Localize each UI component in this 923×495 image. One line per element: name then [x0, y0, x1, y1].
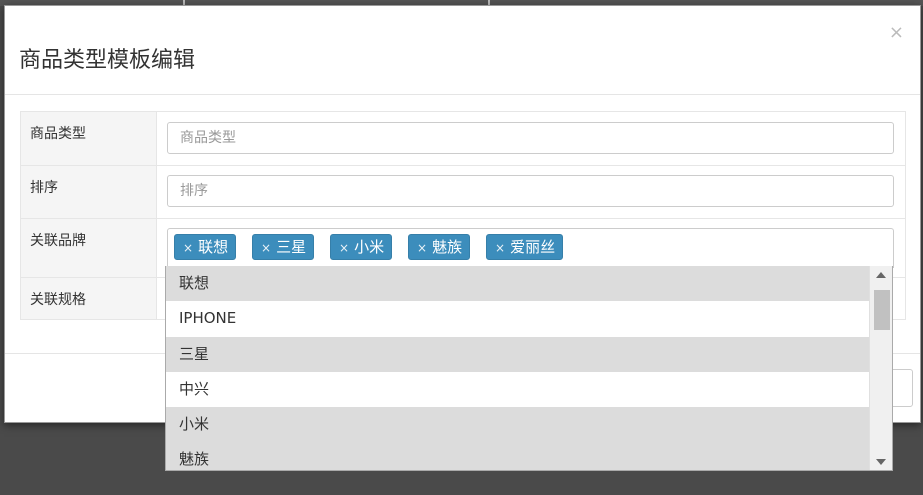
brand-tag: × 三星 [252, 234, 315, 260]
brand-tag: × 魅族 [408, 234, 471, 260]
sort-input[interactable]: 排序 [167, 175, 894, 207]
scroll-up-icon[interactable] [876, 272, 886, 278]
brand-label: 关联品牌 [21, 219, 157, 277]
form-row-sort: 排序 排序 [21, 166, 905, 219]
spec-label: 关联规格 [21, 278, 157, 319]
sort-label: 排序 [21, 166, 157, 218]
brand-option[interactable]: 联想 [166, 266, 869, 302]
brand-multiselect[interactable]: × 联想 × 三星 × 小米 × 魅族 × 爱丽丝 [167, 228, 894, 268]
brand-option[interactable]: 小米 [166, 407, 869, 443]
brand-tag-label: 三星 [276, 238, 307, 256]
dropdown-scrollbar[interactable] [869, 266, 892, 470]
brand-tag: × 爱丽丝 [486, 234, 564, 260]
brand-option[interactable]: 中兴 [166, 372, 869, 407]
remove-tag-icon[interactable]: × [339, 241, 349, 255]
remove-tag-icon[interactable]: × [417, 241, 427, 255]
brand-tag-label: 爱丽丝 [510, 238, 556, 256]
brand-dropdown: 联想 IPHONE 三星 中兴 小米 魅族 [165, 266, 893, 471]
scroll-down-icon[interactable] [876, 459, 886, 465]
scrollbar-thumb[interactable] [874, 290, 890, 330]
form-row-type: 商品类型 商品类型 [21, 112, 905, 166]
brand-tag-label: 联想 [198, 238, 229, 256]
remove-tag-icon[interactable]: × [261, 241, 271, 255]
brand-option[interactable]: 魅族 [166, 442, 869, 470]
modal-header: 商品类型模板编辑 × [5, 6, 920, 95]
brand-tag-label: 魅族 [432, 238, 463, 256]
modal-title: 商品类型模板编辑 [19, 48, 196, 73]
remove-tag-icon[interactable]: × [495, 241, 505, 255]
close-icon[interactable]: × [889, 22, 904, 43]
type-input[interactable]: 商品类型 [167, 122, 894, 154]
remove-tag-icon[interactable]: × [183, 241, 193, 255]
brand-tag-label: 小米 [354, 238, 385, 256]
brand-option[interactable]: 三星 [166, 336, 869, 372]
brand-option[interactable]: IPHONE [166, 301, 869, 336]
brand-tag: × 小米 [330, 234, 393, 260]
type-label: 商品类型 [21, 112, 157, 165]
brand-tag: × 联想 [174, 234, 237, 260]
brand-option-list: 联想 IPHONE 三星 中兴 小米 魅族 [166, 266, 869, 470]
